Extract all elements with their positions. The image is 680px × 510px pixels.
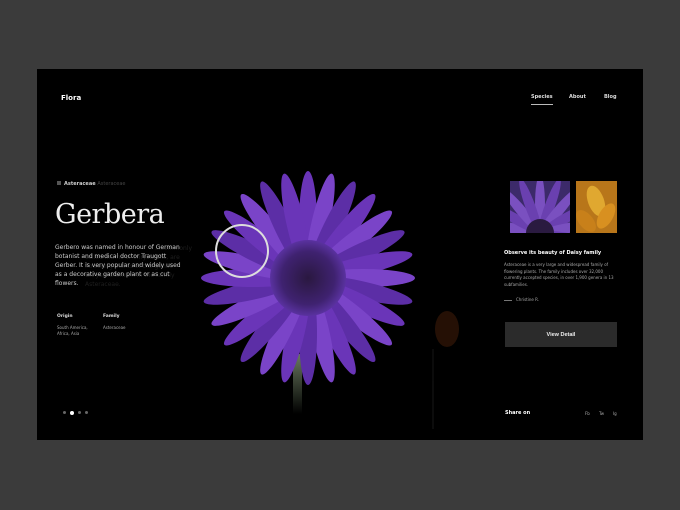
slide-dot[interactable] (85, 411, 88, 414)
slide-dot-active[interactable] (70, 410, 74, 415)
share-instagram[interactable]: Ig (613, 411, 617, 416)
side-text: Asteraceae is a very large and widesprea… (504, 262, 614, 287)
description: Gerbero was named in honour of German bo… (55, 244, 181, 287)
share-facebook[interactable]: Fb (585, 411, 590, 416)
page-title: Gerbera (55, 199, 165, 230)
share-label: Share on (505, 410, 531, 416)
category-name: Asteraceae (64, 181, 96, 187)
quote-dash (504, 299, 512, 301)
quote-author: Christine R. (504, 297, 539, 302)
main-panel: Flora Species About Blog Asteraceae Aste… (37, 69, 643, 440)
view-detail-button[interactable]: View Detail (505, 322, 617, 347)
orange-flower-bg (432, 311, 459, 429)
slide-dot[interactable] (63, 411, 66, 414)
origin-label: Origin (57, 314, 73, 319)
category-label: Asteraceae Asteraceae (57, 181, 126, 187)
slide-dot[interactable] (78, 411, 81, 414)
origin-block: Origin South America, Africa, Asia (57, 314, 97, 337)
origin-value: South America, Africa, Asia (57, 325, 88, 336)
family-value: Asteraceae (103, 325, 126, 330)
family-label: Family (103, 314, 120, 319)
flower-center (270, 240, 346, 316)
category-icon (57, 181, 61, 185)
side-heading: Observe its beauty of Daisy family (504, 250, 602, 256)
thumbnail-orange[interactable] (576, 181, 617, 233)
thumbnail-purple[interactable] (510, 181, 570, 233)
slide-dots[interactable] (63, 410, 88, 415)
share-twitter[interactable]: Tw (599, 411, 604, 416)
family-block: Family Asteraceae (103, 314, 126, 331)
category-sub: Asteraceae (97, 181, 126, 187)
